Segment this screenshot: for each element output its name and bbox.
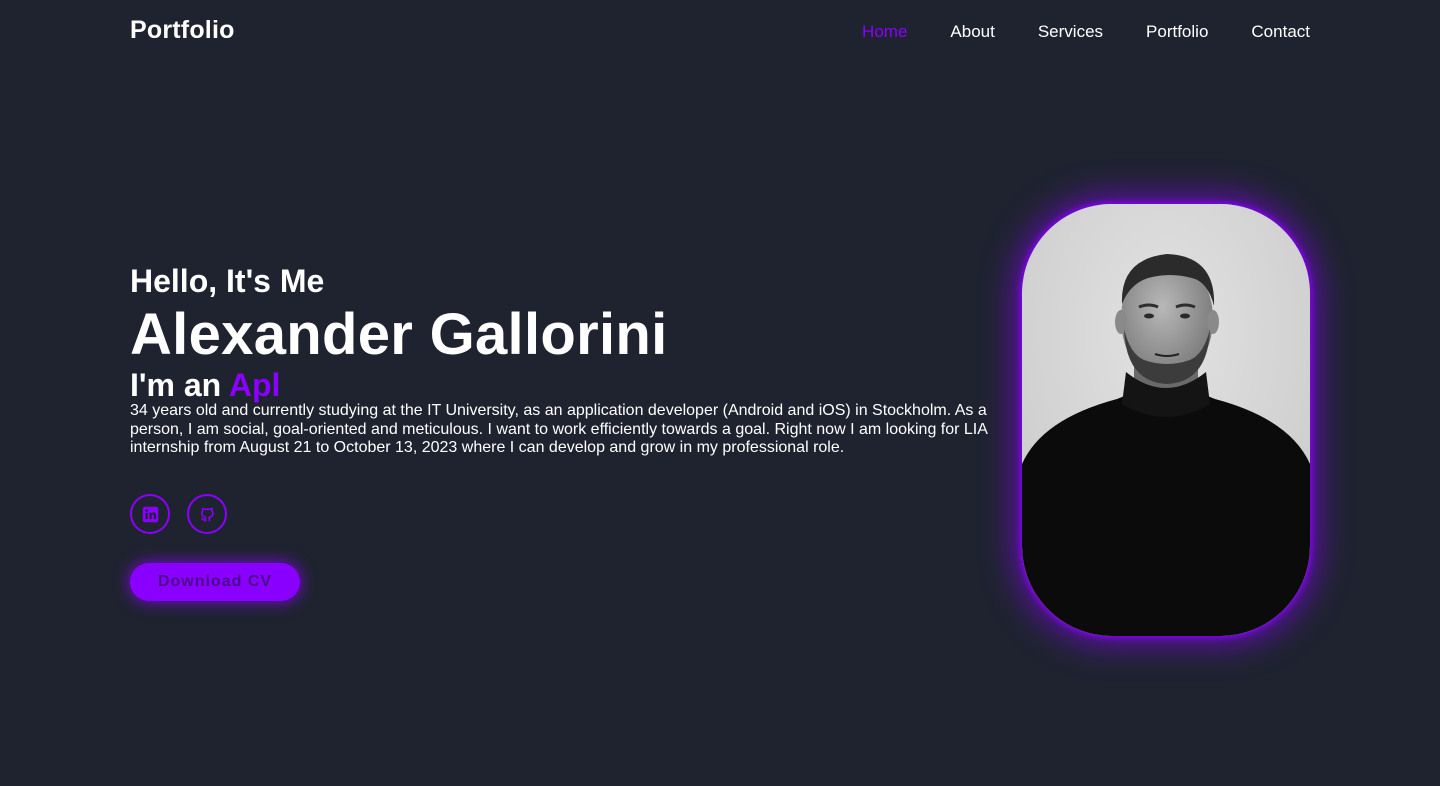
hero-bio: 34 years old and currently studying at t… bbox=[130, 402, 988, 456]
nav-about[interactable]: About bbox=[950, 22, 994, 42]
linkedin-icon bbox=[142, 506, 158, 522]
site-header: Portfolio Home About Services Portfolio … bbox=[0, 0, 1440, 64]
nav-home[interactable]: Home bbox=[862, 22, 907, 42]
main-nav: Home About Services Portfolio Contact bbox=[819, 22, 1310, 42]
github-link[interactable] bbox=[187, 494, 227, 534]
nav-contact[interactable]: Contact bbox=[1251, 22, 1310, 42]
profile-photo bbox=[1022, 204, 1310, 636]
profile-photo-image bbox=[1022, 204, 1310, 636]
nav-services[interactable]: Services bbox=[1038, 22, 1103, 42]
nav-portfolio[interactable]: Portfolio bbox=[1146, 22, 1208, 42]
hero-name: Alexander Gallorini bbox=[130, 302, 668, 367]
download-cv-button[interactable]: Download CV bbox=[130, 563, 300, 601]
hero-role: I'm an Apl bbox=[130, 368, 1000, 402]
hero-text: Hello, It's Me Alexander Gallorini I'm a… bbox=[130, 262, 1000, 458]
page: Portfolio Home About Services Portfolio … bbox=[0, 0, 1440, 786]
github-icon bbox=[200, 507, 214, 521]
role-typed-text: Apl bbox=[228, 367, 281, 403]
role-prefix: I'm an bbox=[130, 367, 222, 403]
site-logo[interactable]: Portfolio bbox=[130, 16, 235, 45]
linkedin-link[interactable] bbox=[130, 494, 170, 534]
social-links bbox=[130, 494, 227, 534]
hero-greeting: Hello, It's Me bbox=[130, 263, 325, 299]
